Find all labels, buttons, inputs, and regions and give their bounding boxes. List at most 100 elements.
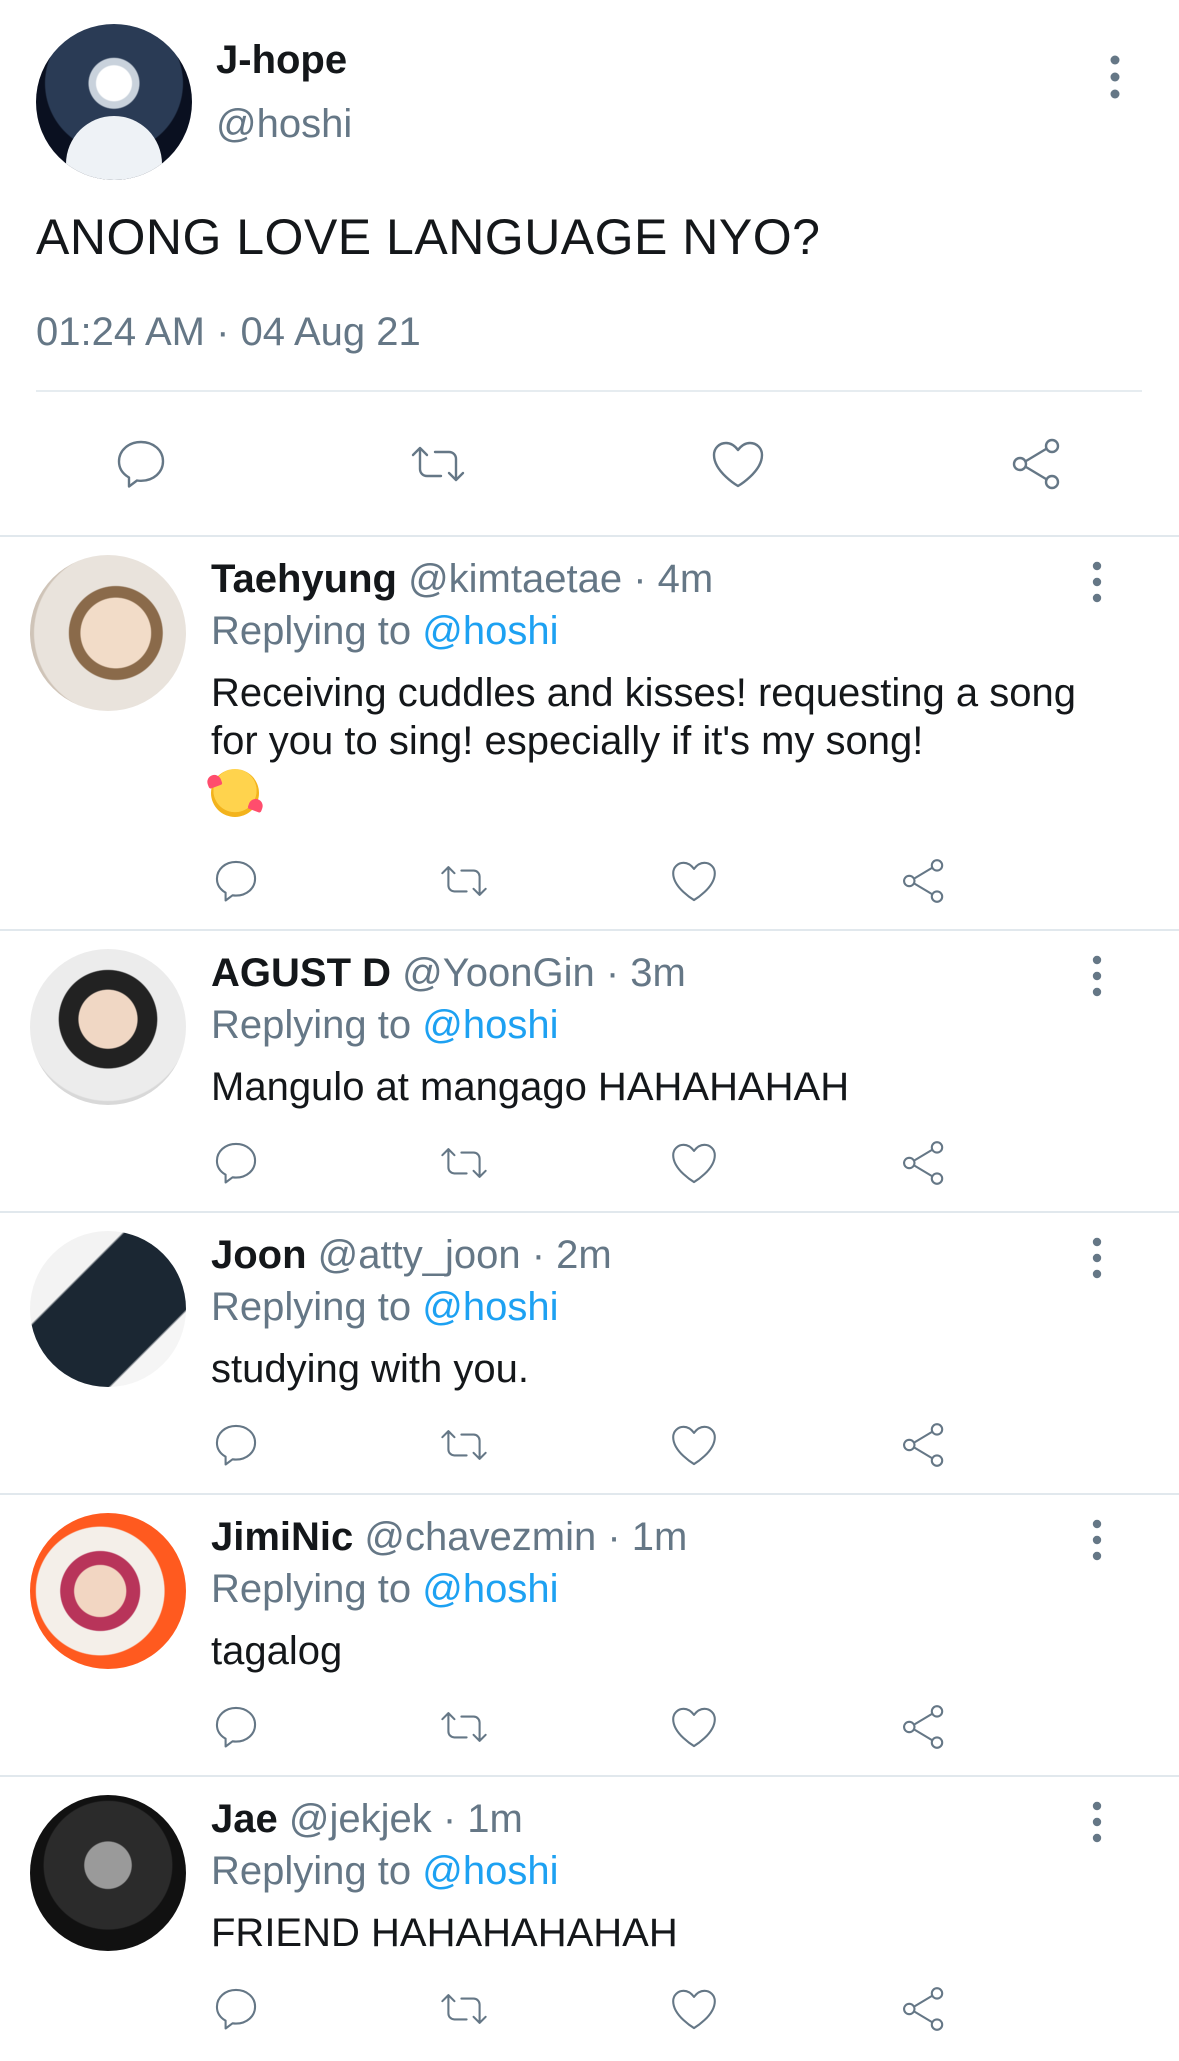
- comment-icon: [215, 1988, 257, 2030]
- heart-icon: [672, 1707, 716, 1748]
- avatar[interactable]: [30, 1231, 186, 1387]
- reply-button[interactable]: [210, 1419, 262, 1471]
- more-options-icon[interactable]: [1082, 559, 1112, 605]
- retweet-icon: [441, 866, 487, 896]
- mention-link[interactable]: @hoshi: [422, 1285, 558, 1329]
- author-name[interactable]: Joon: [211, 1233, 307, 1277]
- reply-header: Joon @atty_joon · 2m: [211, 1233, 612, 1278]
- replying-to: Replying to @hoshi: [211, 1849, 559, 1893]
- like-button[interactable]: [668, 1419, 720, 1471]
- more-options-icon[interactable]: [1100, 52, 1130, 102]
- heart-icon: [672, 861, 716, 902]
- author-handle[interactable]: @YoonGin: [402, 951, 595, 995]
- author-name[interactable]: J-hope: [216, 38, 347, 83]
- retweet-button[interactable]: [408, 434, 468, 494]
- share-button[interactable]: [898, 1701, 950, 1753]
- reply-text: tagalog: [211, 1629, 343, 1673]
- comment-icon: [215, 1706, 257, 1748]
- comment-icon: [215, 1424, 257, 1466]
- mention-link[interactable]: @hoshi: [422, 1003, 558, 1047]
- author-handle[interactable]: @kimtaetae: [408, 557, 622, 601]
- reply-tweet[interactable]: JimiNic @chavezmin · 1m Replying to @hos…: [0, 1495, 1179, 1777]
- reply-header: Jae @jekjek · 1m: [211, 1797, 523, 1842]
- heart-icon: [672, 1989, 716, 2030]
- reply-header: JimiNic @chavezmin · 1m: [211, 1515, 687, 1560]
- share-button[interactable]: [898, 855, 950, 907]
- like-button[interactable]: [668, 1701, 720, 1753]
- mention-link[interactable]: @hoshi: [422, 609, 558, 653]
- author-name[interactable]: AGUST D: [211, 951, 391, 995]
- author-handle[interactable]: @hoshi: [216, 102, 352, 147]
- avatar[interactable]: [30, 1513, 186, 1669]
- author-handle[interactable]: @atty_joon: [318, 1233, 521, 1277]
- reply-tweet[interactable]: Joon @atty_joon · 2m Replying to @hoshi …: [0, 1213, 1179, 1495]
- tweet-timestamp: 01:24 AM · 04 Aug 21: [36, 310, 421, 354]
- share-icon: [903, 1705, 944, 1749]
- replying-to: Replying to @hoshi: [211, 1285, 559, 1329]
- reply-header: Taehyung @kimtaetae · 4m: [211, 557, 713, 602]
- heart-icon: [672, 1143, 716, 1184]
- retweet-icon: [441, 1994, 487, 2024]
- tweet-text: ANONG LOVE LANGUAGE NYO?: [36, 209, 821, 265]
- tweet-thread-screen: J-hope @hoshi ANONG LOVE LANGUAGE NYO? 0…: [0, 0, 1179, 2061]
- reply-tweet[interactable]: Taehyung @kimtaetae · 4m Replying to @ho…: [0, 537, 1179, 931]
- retweet-button[interactable]: [438, 855, 490, 907]
- more-options-icon[interactable]: [1082, 953, 1112, 999]
- share-button[interactable]: [898, 1983, 950, 2035]
- avatar[interactable]: [30, 555, 186, 711]
- reply-button[interactable]: [210, 1983, 262, 2035]
- more-options-icon[interactable]: [1082, 1517, 1112, 1563]
- retweet-button[interactable]: [438, 1983, 490, 2035]
- reply-button[interactable]: [210, 855, 262, 907]
- heart-icon: [712, 441, 764, 488]
- avatar[interactable]: [36, 24, 192, 180]
- author-handle[interactable]: @chavezmin: [364, 1515, 596, 1559]
- reply-header: AGUST D @YoonGin · 3m: [211, 951, 686, 996]
- reply-time: · 1m: [442, 1797, 523, 1841]
- more-options-icon[interactable]: [1082, 1235, 1112, 1281]
- comment-icon: [215, 1142, 257, 1184]
- replying-to: Replying to @hoshi: [211, 609, 559, 653]
- reply-button[interactable]: [210, 1137, 262, 1189]
- avatar[interactable]: [30, 1795, 186, 1951]
- reply-text: FRIEND HAHAHAHAHAH: [211, 1911, 678, 1955]
- like-button[interactable]: [668, 855, 720, 907]
- comment-icon: [215, 860, 257, 902]
- retweet-button[interactable]: [438, 1419, 490, 1471]
- divider: [36, 390, 1142, 392]
- reply-text: Mangulo at mangago HAHAHAHAH: [211, 1065, 850, 1109]
- more-options-icon[interactable]: [1082, 1799, 1112, 1845]
- author-name[interactable]: Taehyung: [211, 557, 397, 601]
- share-button[interactable]: [898, 1137, 950, 1189]
- reply-tweet[interactable]: Jae @jekjek · 1m Replying to @hoshi FRIE…: [0, 1777, 1179, 2061]
- author-handle[interactable]: @jekjek: [289, 1797, 432, 1841]
- retweet-button[interactable]: [438, 1137, 490, 1189]
- heart-icon: [672, 1425, 716, 1466]
- avatar[interactable]: [30, 949, 186, 1105]
- retweet-icon: [441, 1712, 487, 1742]
- comment-icon: [117, 440, 165, 488]
- retweet-button[interactable]: [438, 1701, 490, 1753]
- main-tweet: J-hope @hoshi ANONG LOVE LANGUAGE NYO? 0…: [0, 0, 1179, 536]
- retweet-icon: [441, 1148, 487, 1178]
- share-icon: [903, 1141, 944, 1185]
- author-name[interactable]: JimiNic: [211, 1515, 353, 1559]
- mention-link[interactable]: @hoshi: [422, 1849, 558, 1893]
- retweet-icon: [441, 1430, 487, 1460]
- share-button[interactable]: [898, 1419, 950, 1471]
- author-name[interactable]: Jae: [211, 1797, 278, 1841]
- reply-time: · 3m: [605, 951, 686, 995]
- reply-button[interactable]: [210, 1701, 262, 1753]
- reply-text: studying with you.: [211, 1347, 529, 1391]
- replying-to: Replying to @hoshi: [211, 1567, 559, 1611]
- mention-link[interactable]: @hoshi: [422, 1567, 558, 1611]
- like-button[interactable]: [668, 1983, 720, 2035]
- reply-tweet[interactable]: AGUST D @YoonGin · 3m Replying to @hoshi…: [0, 931, 1179, 1213]
- like-button[interactable]: [668, 1137, 720, 1189]
- reply-time: · 1m: [607, 1515, 688, 1559]
- retweet-icon: [411, 446, 465, 482]
- smiling-face-with-hearts-icon: [211, 769, 259, 818]
- share-button[interactable]: [1007, 434, 1067, 494]
- like-button[interactable]: [708, 434, 768, 494]
- reply-button[interactable]: [111, 434, 171, 494]
